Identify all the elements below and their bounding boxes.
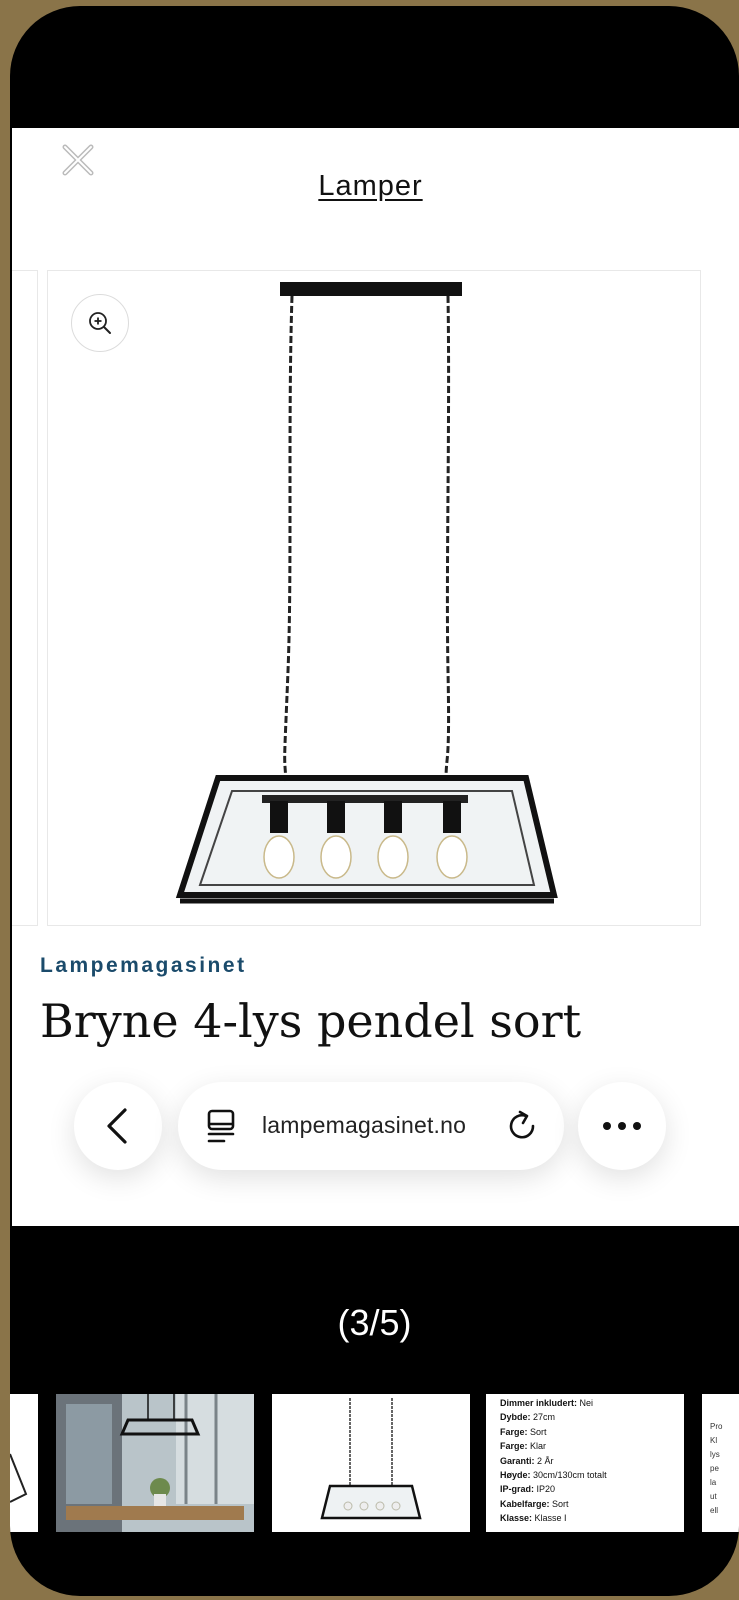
thumbnail-2[interactable] bbox=[56, 1394, 254, 1532]
zoom-button[interactable] bbox=[71, 294, 129, 352]
address-bar[interactable]: lampemagasinet.no bbox=[178, 1082, 564, 1170]
image-counter: (3/5) bbox=[337, 1302, 412, 1343]
chevron-left-icon bbox=[107, 1108, 127, 1144]
lamp-thumbnail-image bbox=[10, 1453, 28, 1503]
thumbnail-4-specs[interactable]: Dimmer inkludert: Nei Dybde: 27cm Farge:… bbox=[486, 1394, 684, 1532]
tab-overview-icon bbox=[207, 1109, 235, 1143]
more-icon bbox=[603, 1122, 641, 1130]
brand-name[interactable]: Lampemagasinet bbox=[40, 954, 247, 978]
back-button[interactable] bbox=[74, 1082, 162, 1170]
url-text: lampemagasinet.no bbox=[262, 1112, 467, 1138]
thumbnail-5[interactable]: Pro Kl lys pe la ut ell bbox=[702, 1394, 739, 1532]
product-sheet: Lamper Lampemagasinet Bryne 4-lys pendel… bbox=[12, 128, 739, 1226]
product-title: Bryne 4-lys pendel sort bbox=[40, 994, 582, 1048]
more-button[interactable] bbox=[578, 1082, 666, 1170]
thumbnail-strip: Dimmer inkludert: Nei Dybde: 27cm Farge:… bbox=[10, 1394, 739, 1532]
spec-list: Dimmer inkludert: Nei Dybde: 27cm Farge:… bbox=[500, 1398, 607, 1524]
reload-icon[interactable] bbox=[504, 1108, 540, 1144]
lamp-thumbnail-image bbox=[320, 1398, 422, 1520]
room-photo-thumbnail bbox=[56, 1394, 254, 1532]
pendant-lamp-image bbox=[175, 282, 558, 904]
sheet-title-link[interactable]: Lamper bbox=[12, 170, 729, 203]
partial-description: Pro Kl lys pe la ut ell bbox=[710, 1422, 723, 1515]
product-image[interactable] bbox=[47, 270, 701, 926]
thumbnail-3[interactable] bbox=[272, 1394, 470, 1532]
phone-screen: Lamper Lampemagasinet Bryne 4-lys pendel… bbox=[10, 6, 739, 1596]
thumbnail-1[interactable] bbox=[10, 1394, 38, 1532]
previous-image-edge[interactable] bbox=[12, 270, 38, 926]
browser-toolbar: lampemagasinet.no bbox=[12, 1068, 739, 1188]
zoom-in-icon bbox=[89, 312, 111, 334]
